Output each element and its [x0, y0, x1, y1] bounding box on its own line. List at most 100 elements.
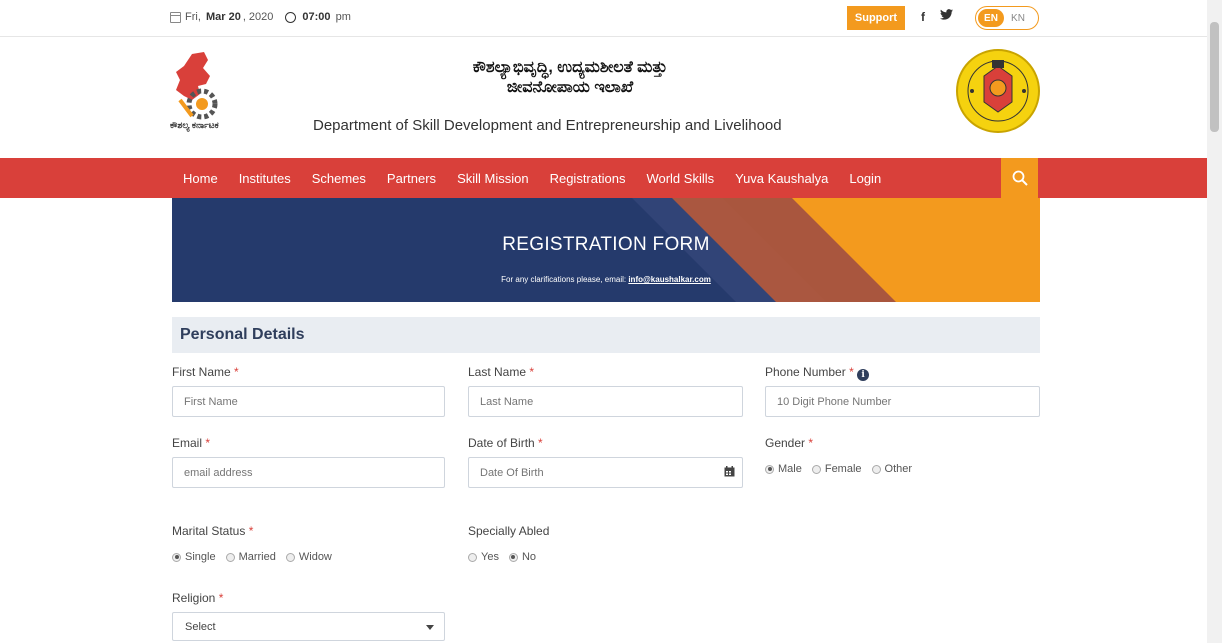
- karnataka-emblem-icon: [956, 46, 1040, 136]
- search-icon: [1012, 170, 1028, 186]
- radio-button[interactable]: [811, 464, 821, 474]
- registration-banner: REGISTRATION FORM For any clarifications…: [172, 198, 1040, 302]
- required-mark: *: [849, 365, 854, 379]
- gender-label-text: Gender: [765, 436, 806, 450]
- option-label: Married: [238, 551, 276, 563]
- marital-option-single[interactable]: Single: [172, 551, 216, 563]
- radio-button[interactable]: [225, 552, 235, 562]
- required-mark: *: [808, 436, 814, 450]
- radio-button[interactable]: [172, 552, 181, 562]
- required-mark: *: [248, 524, 254, 538]
- first-name-label: First Name *: [172, 365, 239, 379]
- kannada-title-line2: ಜೀವನೋಪಾಯ ಇಲಾಖೆ: [506, 79, 634, 96]
- dob-label-text: Date of Birth: [468, 436, 535, 450]
- marital-status-label: Marital Status *: [172, 524, 253, 538]
- nav-item-institutes[interactable]: Institutes: [239, 171, 291, 186]
- main-nav: Home Institutes Schemes Partners Skill M…: [0, 158, 1207, 198]
- kannada-title: ಕೌಶಲ್ಯಾಭಿವೃದ್ಧಿ, ಉದ್ಯಮಶೀಲತೆ ಮತ್ತು ಜೀವನೋಪ…: [380, 58, 760, 98]
- first-name-label-text: First Name: [172, 365, 231, 379]
- option-label: Single: [185, 551, 216, 563]
- clock-icon: [285, 11, 297, 23]
- page-scrollbar[interactable]: [1207, 0, 1222, 643]
- gender-radio-group: Male Female Other: [765, 463, 922, 475]
- marital-radio-group: Single Married Widow: [172, 551, 342, 563]
- language-toggle[interactable]: EN KN: [975, 6, 1039, 30]
- option-label: Male: [778, 463, 802, 475]
- radio-button[interactable]: [285, 552, 295, 562]
- date-bold: Mar 20: [205, 11, 241, 23]
- last-name-input[interactable]: [468, 386, 743, 417]
- twitter-icon[interactable]: [940, 9, 953, 23]
- facebook-icon[interactable]: f: [921, 10, 925, 24]
- radio-button[interactable]: [508, 552, 518, 562]
- section-title: Personal Details: [172, 317, 1040, 353]
- info-icon[interactable]: i: [857, 369, 870, 381]
- option-label: Yes: [481, 551, 499, 563]
- last-name-label: Last Name *: [468, 365, 534, 379]
- marital-label-text: Marital Status: [172, 524, 246, 538]
- gender-option-other[interactable]: Other: [871, 463, 913, 475]
- email-label-text: Email: [172, 436, 203, 450]
- radio-button[interactable]: [468, 552, 477, 562]
- religion-select[interactable]: Select: [172, 612, 445, 641]
- first-name-input[interactable]: [172, 386, 445, 417]
- kaushalya-karnataka-logo[interactable]: ಕೌಶಲ್ಯ ಕರ್ನಾಟಕ: [170, 50, 230, 148]
- phone-label: Phone Number * i: [765, 365, 870, 381]
- banner-sub-text: For any clarifications please, email:: [501, 275, 629, 284]
- nav-item-skill-mission[interactable]: Skill Mission: [457, 171, 529, 186]
- marital-option-widow[interactable]: Widow: [285, 551, 332, 563]
- option-label: Other: [884, 463, 913, 475]
- option-label: Widow: [298, 551, 332, 563]
- page: Fri, Mar 20, 2020 07:00 pm Support f EN …: [0, 0, 1222, 643]
- nav-item-yuva-kaushalya[interactable]: Yuva Kaushalya: [735, 171, 828, 186]
- religion-label-text: Religion: [172, 591, 216, 605]
- nav-item-partners[interactable]: Partners: [387, 171, 436, 186]
- gender-option-male[interactable]: Male: [765, 463, 802, 475]
- nav-item-login[interactable]: Login: [849, 171, 881, 186]
- nav-item-schemes[interactable]: Schemes: [312, 171, 366, 186]
- search-button[interactable]: [1001, 158, 1038, 198]
- logo-text: ಕೌಶಲ್ಯ ಕರ್ನಾಟಕ: [170, 120, 219, 130]
- top-bar: Fri, Mar 20, 2020 07:00 pm Support f EN …: [0, 0, 1207, 37]
- site-header: ಕೌಶಲ್ಯ ಕರ್ನಾಟಕ ಕೌಶಲ್ಯಾಭಿವೃದ್ಧಿ, ಉದ್ಯಮಶೀಲ…: [0, 38, 1207, 158]
- chevron-down-icon: [426, 625, 434, 630]
- required-mark: *: [234, 365, 239, 379]
- specially-abled-option-yes[interactable]: Yes: [468, 551, 499, 563]
- specially-abled-label: Specially Abled: [468, 524, 550, 538]
- specially-abled-radio-group: Yes No: [468, 551, 546, 563]
- last-name-label-text: Last Name: [468, 365, 527, 379]
- dob-label: Date of Birth *: [468, 436, 543, 450]
- marital-option-married[interactable]: Married: [225, 551, 276, 563]
- nav-item-registrations[interactable]: Registrations: [550, 171, 626, 186]
- dob-input[interactable]: [468, 457, 743, 488]
- radio-button[interactable]: [871, 464, 881, 474]
- gender-option-female[interactable]: Female: [811, 463, 862, 475]
- email-label: Email *: [172, 436, 210, 450]
- phone-input[interactable]: [765, 386, 1040, 417]
- banner-subtitle: For any clarifications please, email: in…: [172, 275, 1040, 284]
- time-suffix: pm: [335, 11, 351, 23]
- specially-abled-option-no[interactable]: No: [508, 551, 536, 563]
- time-bold: 07:00: [302, 11, 331, 23]
- religion-select-value: Select: [185, 620, 216, 633]
- contact-email-link[interactable]: info@kaushalkar.com: [628, 275, 711, 284]
- date-time: Fri, Mar 20, 2020 07:00 pm: [170, 11, 351, 23]
- option-label: Female: [824, 463, 862, 475]
- religion-label: Religion *: [172, 591, 223, 605]
- phone-label-text: Phone Number: [765, 365, 846, 379]
- date-year: , 2020: [242, 11, 274, 23]
- email-input[interactable]: [172, 457, 445, 488]
- lang-kn-button[interactable]: KN: [1004, 13, 1032, 24]
- required-mark: *: [205, 436, 211, 450]
- support-button[interactable]: Support: [847, 6, 905, 30]
- calendar-icon[interactable]: [724, 466, 735, 477]
- required-mark: *: [218, 591, 224, 605]
- gender-label: Gender *: [765, 436, 813, 450]
- calendar-icon: [170, 11, 181, 23]
- nav-item-world-skills[interactable]: World Skills: [646, 171, 714, 186]
- scrollbar-thumb[interactable]: [1210, 22, 1219, 132]
- radio-button[interactable]: [765, 464, 774, 474]
- nav-item-home[interactable]: Home: [183, 171, 218, 186]
- lang-en-button[interactable]: EN: [978, 9, 1004, 27]
- nav-list: Home Institutes Schemes Partners Skill M…: [183, 158, 902, 198]
